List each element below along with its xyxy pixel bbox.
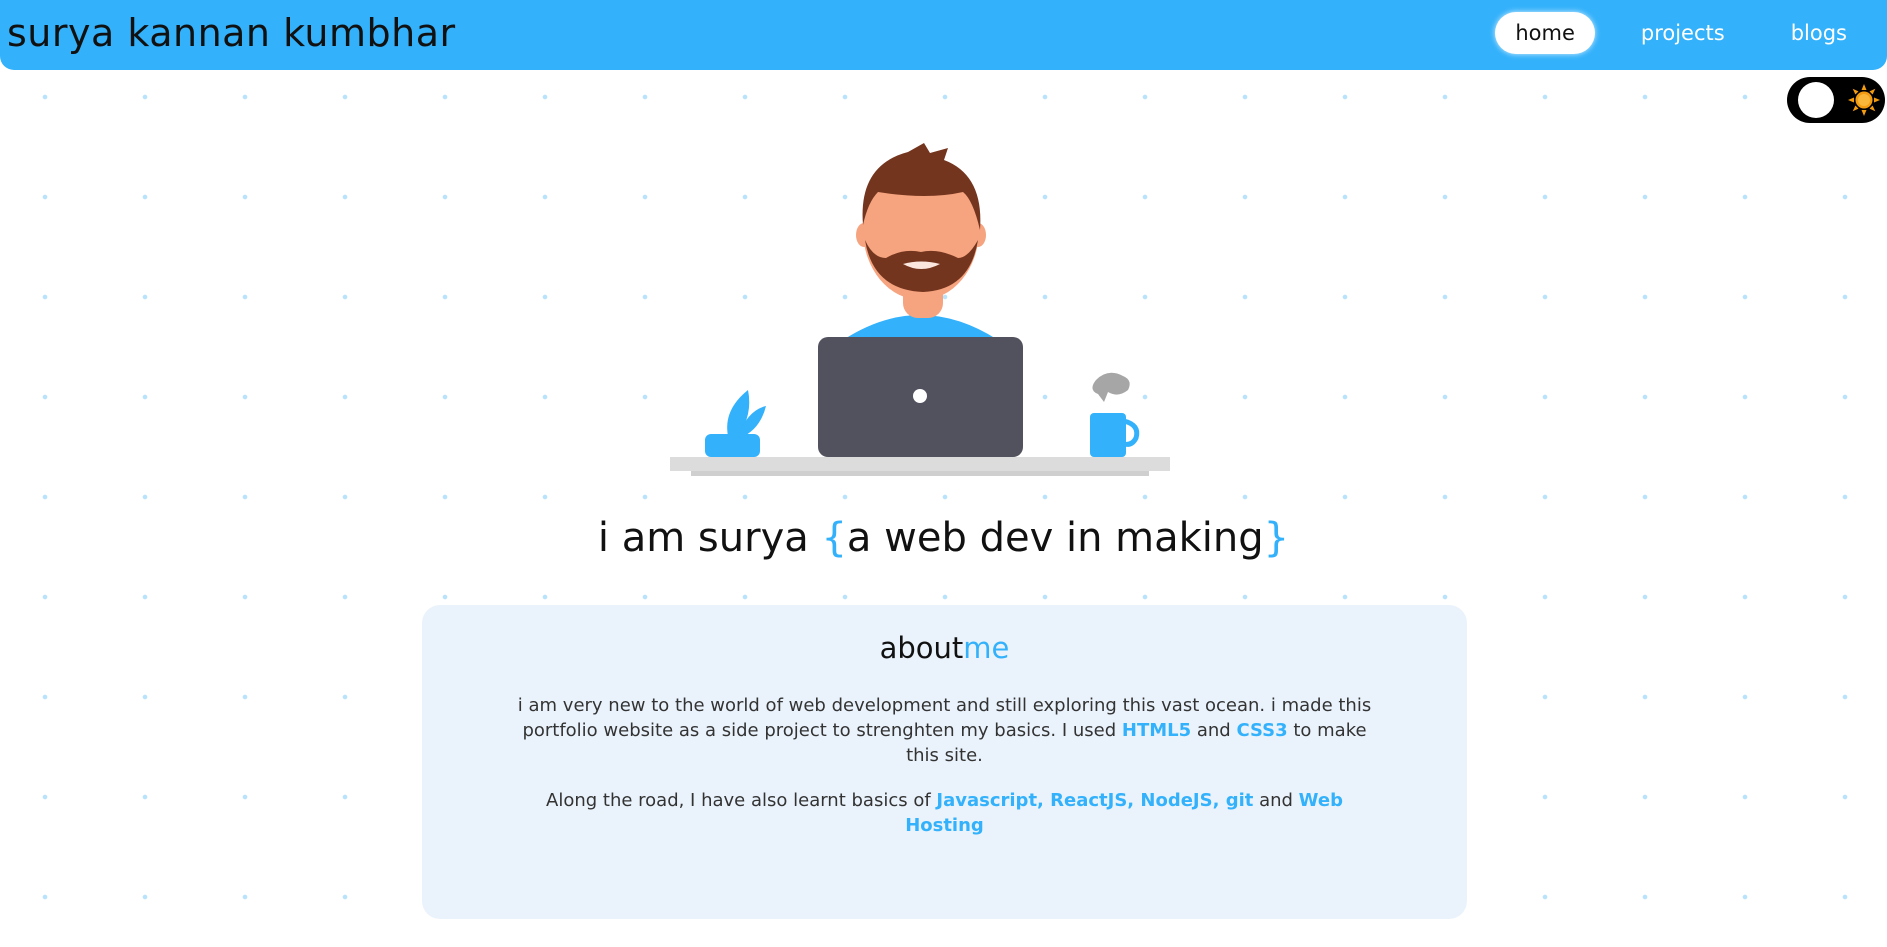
headline-close-brace: }	[1263, 515, 1290, 561]
skill-list: Javascript, ReactJS, NodeJS, git	[936, 790, 1254, 811]
nav-blogs[interactable]: blogs	[1771, 12, 1867, 54]
about-p2-and: and	[1253, 790, 1299, 811]
mug	[1090, 413, 1126, 457]
skill-html5: HTML5	[1121, 720, 1192, 741]
nav-home[interactable]: home	[1495, 12, 1595, 54]
about-p2-text: Along the road, I have also learnt basic…	[546, 790, 937, 811]
headline-tagline: a web dev in making	[846, 515, 1264, 561]
top-navbar: surya kannan kumbhar home projects blogs	[0, 0, 1887, 70]
about-title-main: about	[879, 631, 964, 665]
page: surya kannan kumbhar home projects blogs	[0, 0, 1887, 947]
about-body: i am very new to the world of web develo…	[507, 693, 1382, 858]
theme-toggle[interactable]	[1787, 77, 1885, 123]
about-title: aboutme	[422, 631, 1467, 665]
toggle-knob	[1798, 82, 1834, 118]
plant-pot	[705, 434, 760, 457]
main-nav: home projects blogs	[1489, 12, 1867, 54]
skill-css3: CSS3	[1236, 720, 1288, 741]
headline-prefix: i am surya	[597, 515, 822, 561]
hero-headline: i am surya {a web dev in making}	[0, 515, 1887, 561]
steam	[1092, 372, 1130, 402]
sun-icon	[1848, 84, 1880, 116]
developer-at-laptop-illustration	[670, 143, 1170, 476]
nav-projects[interactable]: projects	[1621, 12, 1745, 54]
site-name[interactable]: surya kannan kumbhar	[7, 11, 456, 55]
desk-shelf	[691, 471, 1149, 476]
headline-open-brace: {	[821, 515, 847, 561]
about-p1-and: and	[1191, 720, 1237, 741]
about-title-accent: me	[963, 631, 1010, 665]
about-card: aboutme i am very new to the world of we…	[422, 605, 1467, 919]
about-paragraph-1: i am very new to the world of web develo…	[507, 693, 1382, 768]
about-paragraph-2: Along the road, I have also learnt basic…	[507, 788, 1382, 838]
laptop-logo	[913, 389, 927, 403]
desk	[670, 457, 1170, 471]
